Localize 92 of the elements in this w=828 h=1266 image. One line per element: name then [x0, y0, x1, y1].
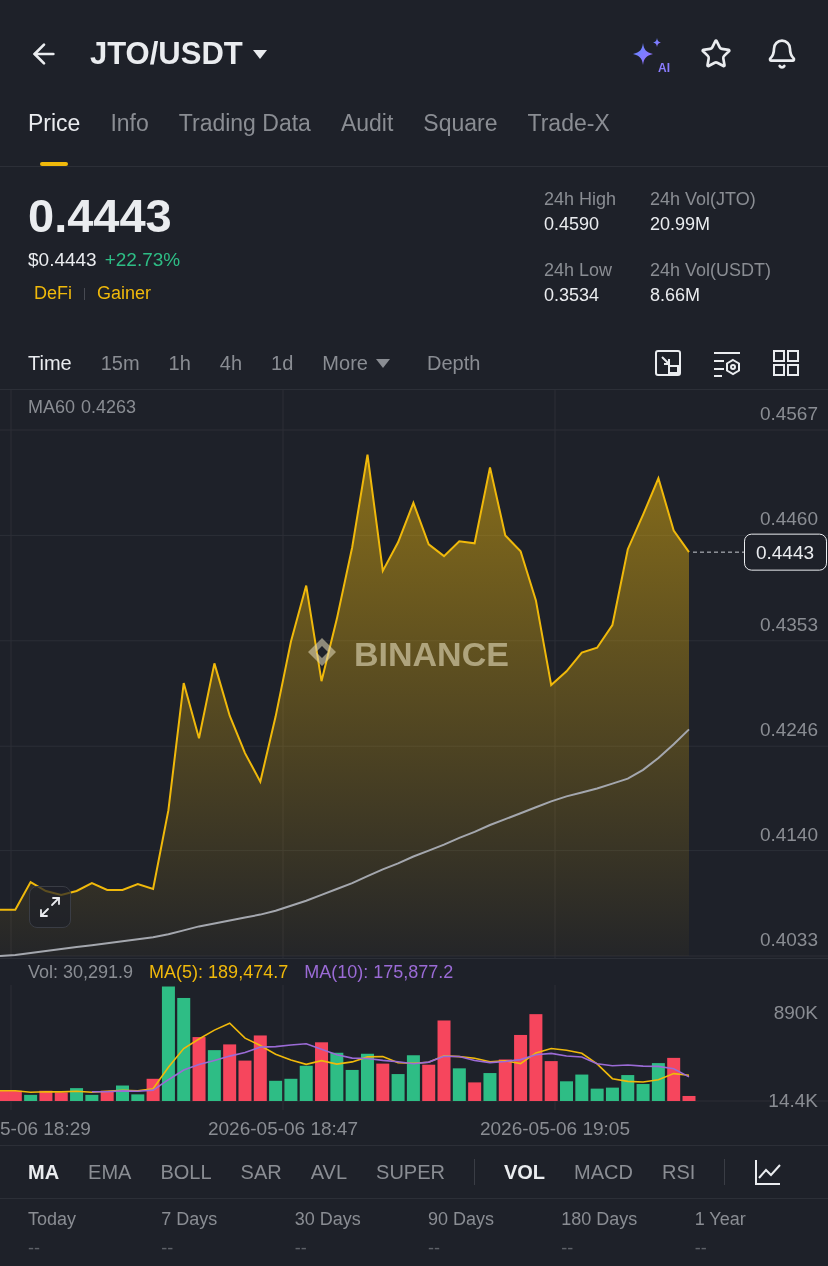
- volume-legend: Vol: 30,291.9: [28, 961, 134, 983]
- indicator-tab[interactable]: AVL: [310, 1160, 348, 1184]
- volume-bar: [54, 1092, 68, 1101]
- layout-button[interactable]: [772, 349, 800, 377]
- watermark-text: BINANCE: [354, 635, 509, 673]
- period-value: --: [294, 1238, 308, 1259]
- watermark-logo: [308, 638, 336, 666]
- tag-link[interactable]: Gainer: [97, 283, 152, 304]
- period-value: --: [161, 1238, 175, 1259]
- axis-label: 890K: [773, 1001, 818, 1023]
- axis-label: 0.4567: [759, 403, 818, 424]
- stat-value: 0.4590: [544, 214, 601, 235]
- indicator-tab[interactable]: MACD: [574, 1160, 633, 1184]
- expand-button[interactable]: [29, 886, 71, 928]
- volume-bar: [376, 1063, 390, 1101]
- axis-label: 0.4246: [759, 719, 818, 741]
- volume-bar: [605, 1087, 619, 1101]
- nav-tab[interactable]: Price: [28, 108, 81, 166]
- ai-label: AI: [658, 61, 670, 75]
- stat-value: 20.99M: [650, 214, 712, 235]
- nav-tab[interactable]: Square: [423, 108, 498, 166]
- axis-label: 0.4460: [759, 508, 818, 530]
- period-label: 30 Days: [294, 1209, 362, 1230]
- caret-icon: [252, 49, 267, 59]
- indicator-tab[interactable]: SUPER: [376, 1160, 445, 1184]
- indicator-tab[interactable]: EMA: [88, 1160, 132, 1184]
- favorite-button[interactable]: [700, 38, 732, 70]
- period-value: --: [428, 1238, 441, 1259]
- price-guide-line: [692, 551, 745, 553]
- axis-label: 5-06 18:29: [0, 1118, 91, 1139]
- last-price: 0.4443: [28, 189, 173, 243]
- interval-tab[interactable]: 1d: [271, 351, 294, 375]
- interval-tab[interactable]: 4h: [219, 351, 243, 375]
- tag-link[interactable]: DeFi: [34, 283, 72, 304]
- list-settings-icon: [712, 349, 742, 377]
- stat-label: 24h Low: [544, 260, 614, 281]
- volume-bar: [269, 1080, 283, 1101]
- axis-label: 0.4033: [759, 929, 818, 950]
- interval-tab[interactable]: 1h: [168, 351, 191, 375]
- period-label: 90 Days: [428, 1209, 496, 1230]
- period-value: --: [28, 1238, 41, 1259]
- stat-value: 0.3534: [544, 285, 601, 306]
- price-change: +22.73%: [104, 249, 181, 271]
- interval-tab[interactable]: Depth: [426, 351, 481, 375]
- nav-tab[interactable]: Info: [110, 108, 149, 166]
- axis-label: 0.4140: [759, 823, 818, 845]
- volume-bar: [514, 1034, 528, 1101]
- legend-label: MA60: [28, 397, 76, 418]
- volume-bar: [315, 1042, 329, 1101]
- indicator-tab[interactable]: VOL: [503, 1160, 546, 1184]
- indicator-tab[interactable]: BOLL: [160, 1160, 212, 1184]
- volume-legend: MA(10): 175,877.2: [304, 961, 454, 983]
- notification-button[interactable]: [766, 38, 798, 70]
- period-label: 1 Year: [694, 1209, 747, 1230]
- period-label: Today: [28, 1209, 78, 1230]
- line-chart-icon: [754, 1158, 783, 1186]
- volume-bar: [207, 1050, 221, 1101]
- pair-selector[interactable]: JTO/USDT: [90, 36, 600, 72]
- chart-mode-button[interactable]: [654, 349, 682, 377]
- nav-tab[interactable]: Trade-X: [527, 108, 610, 166]
- fiat-price: $0.4443: [28, 249, 97, 271]
- axis-label: 2026-05-06 18:47: [208, 1118, 358, 1139]
- axis-label: 0.4353: [759, 613, 818, 635]
- period-value: --: [561, 1238, 575, 1259]
- nav-tab[interactable]: Audit: [340, 108, 394, 166]
- axis-label: 14.4K: [768, 1089, 818, 1110]
- indicator-tab[interactable]: RSI: [662, 1160, 696, 1184]
- period-value: --: [694, 1238, 708, 1259]
- last-price-tag: 0.4443: [744, 533, 827, 571]
- axis-label: 2026-05-06 19:05: [480, 1118, 630, 1139]
- nav-tab[interactable]: Trading Data: [178, 108, 311, 166]
- indicator-tab[interactable]: SAR: [240, 1160, 282, 1184]
- interval-tab[interactable]: More: [322, 351, 390, 375]
- volume-bar: [560, 1081, 573, 1101]
- stat-label: 24h Vol(USDT): [650, 260, 773, 281]
- interval-tab[interactable]: Time: [28, 351, 72, 375]
- stat-label: 24h High: [544, 189, 618, 210]
- expand-arrows-icon: [38, 895, 62, 919]
- resize-frame-icon: [654, 349, 682, 377]
- stat-value: 8.66M: [650, 285, 702, 306]
- chart-settings-button[interactable]: [754, 1158, 783, 1186]
- indicator-tab[interactable]: MA: [28, 1160, 60, 1184]
- legend-value: 0.4263: [81, 397, 137, 418]
- volume-legend: MA(5): 189,474.7: [149, 961, 289, 983]
- period-label: 180 Days: [561, 1209, 639, 1230]
- stat-label: 24h Vol(JTO): [650, 189, 757, 210]
- indicator-settings-button[interactable]: [712, 349, 742, 377]
- caret-icon: [375, 358, 390, 368]
- grid-icon: [772, 349, 800, 377]
- volume-bar: [223, 1044, 237, 1101]
- period-label: 7 Days: [161, 1209, 219, 1230]
- interval-tab[interactable]: 15m: [100, 351, 140, 375]
